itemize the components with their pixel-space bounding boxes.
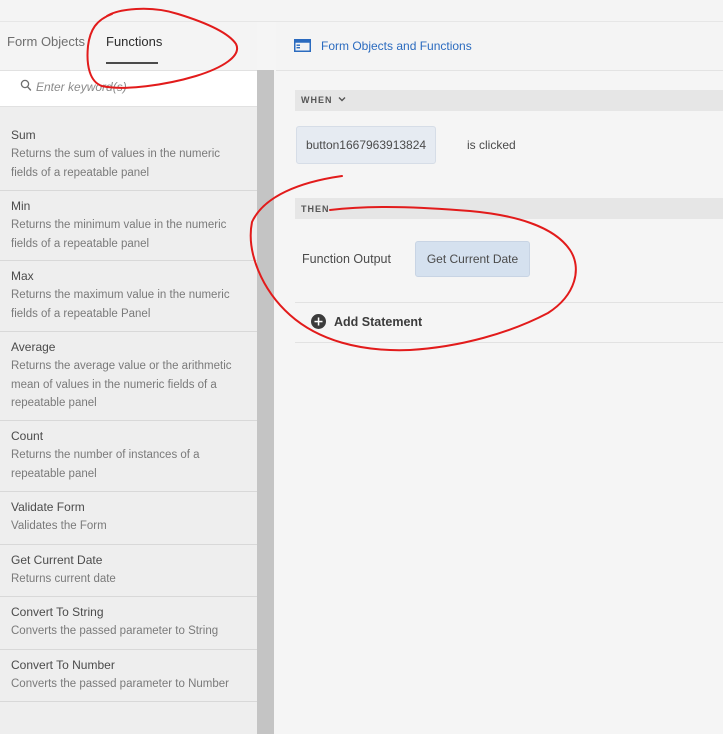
left-panel: Form Objects Functions Sum Returns the s… [0, 22, 257, 734]
function-name: Average [11, 340, 56, 354]
function-name: Max [11, 269, 34, 283]
rule-editor [276, 71, 723, 734]
header-title[interactable]: Form Objects and Functions [321, 39, 472, 53]
when-label: WHEN [301, 95, 333, 105]
divider [295, 302, 723, 303]
list-item[interactable]: Min Returns the minimum value in the num… [0, 191, 257, 261]
function-description: Returns the sum of values in the numeric… [11, 148, 221, 179]
function-description: Converts the passed parameter to Number [11, 678, 229, 690]
panel-splitter[interactable] [257, 70, 274, 734]
search-bar [0, 71, 257, 107]
function-description: Returns the number of instances of a rep… [11, 449, 200, 480]
function-name: Sum [11, 128, 36, 142]
function-description: Returns the maximum value in the numeric… [11, 289, 230, 320]
add-circle-icon [311, 314, 326, 329]
tab-functions[interactable]: Functions [106, 34, 162, 49]
function-description: Returns the average value or the arithme… [11, 360, 232, 409]
list-item[interactable]: Sum Returns the sum of values in the num… [0, 120, 257, 191]
function-value-chip[interactable]: Get Current Date [415, 241, 530, 277]
function-name: Count [11, 429, 44, 443]
trigger-object[interactable]: button1667963913824 [296, 126, 436, 164]
active-tab-indicator [106, 62, 158, 64]
function-name: Convert To String [11, 605, 104, 619]
tab-bar: Form Objects Functions [0, 22, 257, 71]
top-bar [0, 0, 723, 22]
function-description: Converts the passed parameter to String [11, 625, 219, 637]
function-list: Sum Returns the sum of values in the num… [0, 120, 257, 702]
list-item[interactable]: Max Returns the maximum value in the num… [0, 261, 257, 332]
action-label[interactable]: Function Output [302, 252, 391, 266]
function-name: Min [11, 199, 31, 213]
list-item[interactable]: Count Returns the number of instances of… [0, 421, 257, 492]
function-name: Validate Form [11, 500, 85, 514]
rule-editor-header: Form Objects and Functions [276, 22, 723, 71]
search-input[interactable] [36, 77, 246, 97]
list-item[interactable]: Convert To String Converts the passed pa… [0, 597, 257, 650]
function-name: Convert To Number [11, 658, 115, 672]
add-statement-label: Add Statement [334, 315, 423, 329]
function-description: Returns current date [11, 573, 116, 585]
panel-icon[interactable] [294, 39, 311, 52]
function-name: Get Current Date [11, 553, 103, 567]
search-icon [20, 79, 32, 91]
function-description: Returns the minimum value in the numeric… [11, 219, 227, 250]
when-section-header[interactable]: WHEN [295, 90, 723, 111]
then-label: THEN [301, 204, 330, 214]
list-item[interactable]: Convert To Number Converts the passed pa… [0, 650, 257, 702]
chevron-down-icon[interactable] [338, 95, 346, 103]
function-description: Validates the Form [11, 520, 107, 532]
list-item[interactable]: Average Returns the average value or the… [0, 332, 257, 421]
then-section-header: THEN [295, 198, 723, 219]
tab-form-objects[interactable]: Form Objects [7, 34, 85, 49]
divider [295, 342, 723, 343]
trigger-event[interactable]: is clicked [467, 138, 516, 152]
list-item[interactable]: Get Current Date Returns current date [0, 545, 257, 597]
list-item[interactable]: Validate Form Validates the Form [0, 492, 257, 545]
